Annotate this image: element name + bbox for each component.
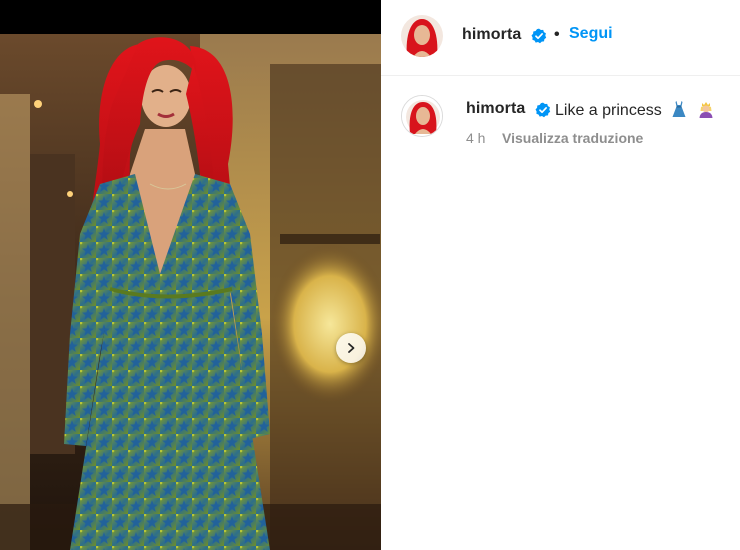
follow-button[interactable]: Segui (569, 25, 613, 43)
verified-badge-icon (535, 102, 551, 118)
princess-emoji (699, 102, 713, 118)
dress-emoji (672, 101, 686, 117)
post-header: himorta • Segui (381, 0, 740, 76)
post-photo[interactable] (0, 34, 381, 550)
caption-avatar[interactable] (401, 95, 443, 137)
avatar-image (402, 96, 442, 136)
post-side-panel: himorta • Segui himorta Like a princess (381, 0, 740, 550)
media-top-bar (0, 0, 381, 34)
chevron-right-icon (348, 343, 355, 353)
avatar-image (401, 15, 443, 57)
verified-badge-icon (531, 28, 547, 44)
caption-username[interactable]: himorta (466, 100, 525, 118)
caption-text: Like a princess (555, 102, 662, 119)
avatar[interactable] (401, 15, 443, 57)
post-author-username[interactable]: himorta (462, 26, 521, 44)
post-media (0, 0, 381, 550)
see-translation-button[interactable]: Visualizza traduzione (502, 130, 643, 146)
post-timestamp[interactable]: 4 h (466, 130, 485, 146)
separator-dot: • (554, 26, 560, 43)
caption-text-row: Like a princess (555, 100, 715, 120)
next-photo-button[interactable] (336, 333, 366, 363)
